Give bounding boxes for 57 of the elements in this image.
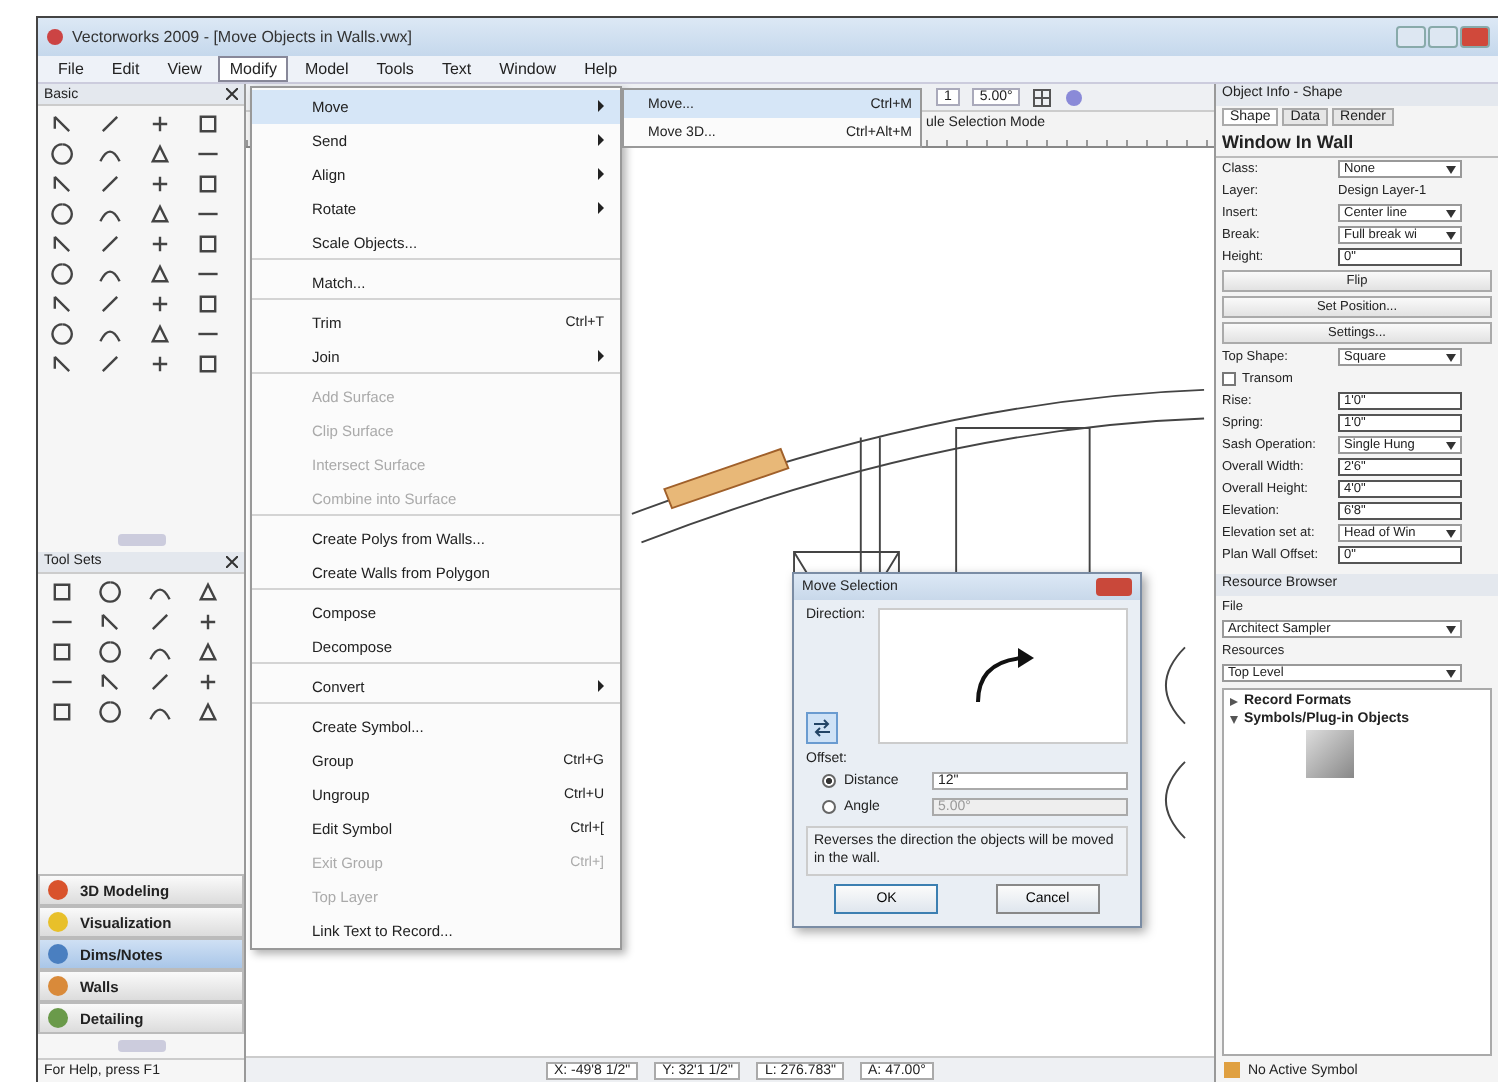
tool-icon[interactable] (145, 202, 173, 226)
menu-item[interactable]: Text (429, 56, 484, 82)
caret-icon (1446, 231, 1456, 239)
menu-item[interactable]: Edit (99, 56, 152, 82)
tool-icon[interactable] (96, 699, 125, 723)
swap-arrows-icon (812, 717, 832, 738)
menu-item[interactable]: Window (487, 56, 569, 82)
menu-item[interactable]: Modify (217, 56, 289, 82)
tool-icon[interactable] (48, 202, 76, 226)
tool-icon[interactable] (96, 579, 125, 603)
tool-icon[interactable] (193, 639, 222, 663)
menu-item[interactable]: Tools (364, 56, 426, 82)
tool-icon[interactable] (48, 142, 76, 166)
tool-icon[interactable] (48, 112, 76, 136)
menu-item[interactable]: View (155, 56, 214, 82)
tool-icon[interactable] (145, 262, 173, 286)
tool-icon[interactable] (48, 172, 76, 196)
caret-icon (1446, 165, 1456, 173)
caret-icon (1446, 441, 1456, 449)
tool-icon[interactable] (48, 639, 76, 663)
tool-icon[interactable] (145, 322, 173, 346)
palette-grip[interactable] (117, 1040, 165, 1052)
menu-item[interactable]: Help (572, 56, 630, 82)
caret-icon (1446, 669, 1456, 677)
disclosure-icon (1230, 715, 1238, 723)
tool-icon[interactable] (48, 262, 76, 286)
close-icon[interactable] (226, 555, 238, 567)
caret-icon (1446, 529, 1456, 537)
close-button[interactable] (1096, 578, 1132, 597)
symbol-thumbnail[interactable] (1306, 730, 1354, 778)
close-icon[interactable] (226, 88, 238, 100)
tool-icon[interactable] (48, 232, 76, 256)
checkbox[interactable] (1222, 372, 1236, 386)
tool-icon[interactable] (193, 579, 222, 603)
tool-icon[interactable] (96, 639, 125, 663)
caret-icon (1446, 209, 1456, 217)
grid-icon[interactable] (1032, 87, 1053, 107)
palette-grip[interactable] (117, 533, 165, 545)
tool-icon[interactable] (48, 699, 76, 723)
caret-icon (1446, 353, 1456, 361)
object-heading: Window In Wall (1216, 128, 1498, 158)
tool-icon[interactable] (193, 699, 222, 723)
menu-item[interactable]: File (46, 56, 96, 82)
caret-icon (1446, 625, 1456, 633)
reverse-button[interactable] (806, 711, 838, 744)
tool-icon[interactable] (48, 292, 76, 316)
tool-icon[interactable] (48, 322, 76, 346)
radio-button[interactable] (822, 774, 836, 789)
symbol-icon (1224, 1062, 1240, 1078)
tool-icon[interactable] (145, 142, 173, 166)
menu-item[interactable]: Model (292, 56, 361, 82)
disclosure-icon (1230, 697, 1238, 705)
tool-icon[interactable] (48, 352, 76, 376)
tool-icon[interactable] (48, 579, 76, 603)
circle-icon[interactable] (1064, 87, 1085, 107)
window-title: Vectorworks 2009 - [Move Objects in Walls.vwx] (72, 28, 412, 46)
app-icon (46, 28, 64, 46)
